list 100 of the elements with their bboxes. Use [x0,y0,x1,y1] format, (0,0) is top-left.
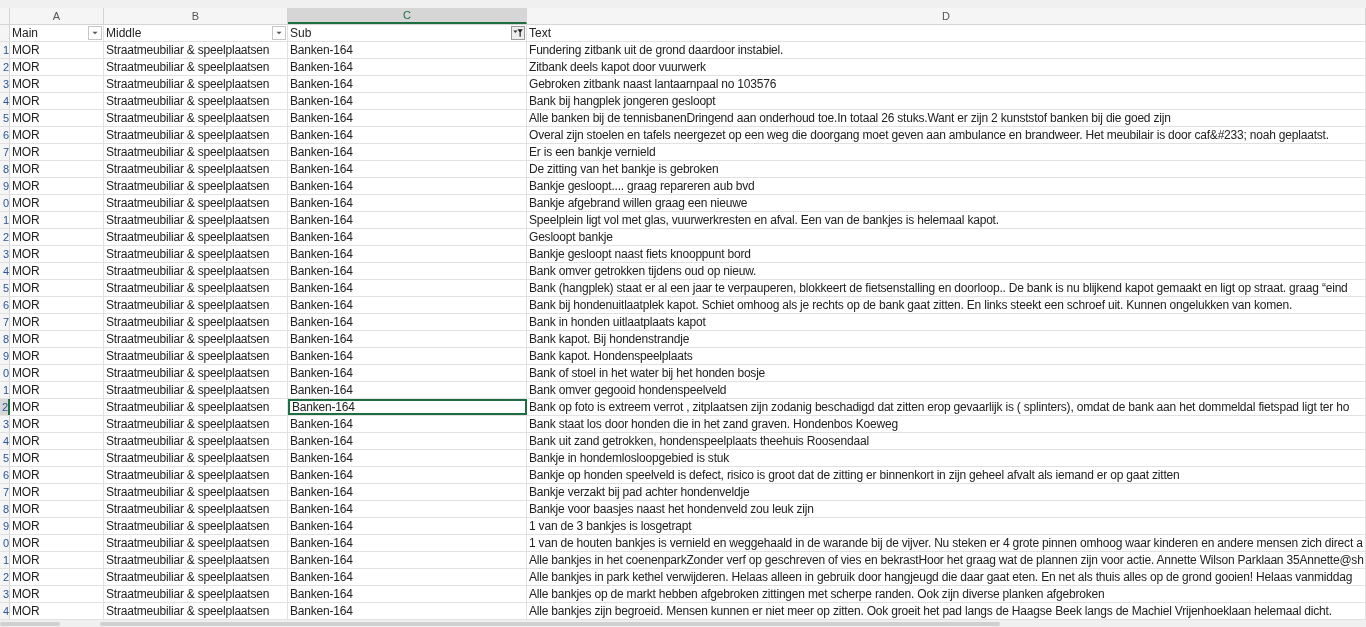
row-number[interactable]: 0 [0,365,10,381]
table-cell: Straatmeubiliar & speelplaatsen [104,450,288,466]
table-cell: MOR [10,195,104,211]
table-cell: Banken-164 [288,467,527,483]
table-cell: Bankje gesloopt.... graag repareren aub bvd [527,178,1366,194]
row-number[interactable]: 8 [0,501,10,517]
table-cell: Straatmeubiliar & speelplaatsen [104,76,288,92]
table-cell: MOR [10,127,104,143]
table-cell: Alle bankjes zijn begroeid. Mensen kunnen er niet meer op zitten. Ook groeit het pad langs de Haagse Beek langs de Machiel Vrijenhoeklaan helemaal dicht. [527,603,1366,619]
table-cell: Banken-164 [288,195,527,211]
column-header[interactable]: C [288,8,527,24]
table-cell: MOR [10,365,104,381]
table-cell: MOR [10,93,104,109]
table-cell: Straatmeubiliar & speelplaatsen [104,246,288,262]
row-number[interactable]: 6 [0,127,10,143]
table-cell: Gebroken zitbank naast lantaarnpaal no 103576 [527,76,1366,92]
table-cell: Straatmeubiliar & speelplaatsen [104,586,288,602]
column-header[interactable]: A [10,8,104,24]
row-number[interactable]: 9 [0,518,10,534]
row-number[interactable]: 0 [0,535,10,551]
table-cell: Speelplein ligt vol met glas, vuurwerkresten en afval. Een van de bankjes is helemaal kapot. [527,212,1366,228]
table-cell: MOR [10,76,104,92]
table-cell: Bank of stoel in het water bij het honden bosje [527,365,1366,381]
table-cell: MOR [10,110,104,126]
row-number[interactable]: 7 [0,314,10,330]
row-number[interactable]: 3 [0,76,10,92]
table-header-cell: Sub [290,25,312,41]
table-cell: Banken-164 [288,314,527,330]
row-number[interactable]: 4 [0,433,10,449]
row-number[interactable]: 1 [0,42,10,58]
table-cell: Bank kapot. Hondenspeelplaats [527,348,1366,364]
table-cell: 1 van de 3 bankjes is losgetrapt [527,518,1366,534]
row-number[interactable]: 8 [0,161,10,177]
table-cell: MOR [10,382,104,398]
table-cell: Banken-164 [288,127,527,143]
row-number[interactable]: 0 [0,195,10,211]
table-cell: Bank kapot. Bij hondenstrandje [527,331,1366,347]
row-number[interactable]: 6 [0,467,10,483]
active-cell[interactable]: Banken-164 [288,399,527,415]
table-cell: Er is een bankje vernield [527,144,1366,160]
table-cell: Banken-164 [288,76,527,92]
table-header-cell: Main [12,25,38,41]
table-cell: Straatmeubiliar & speelplaatsen [104,263,288,279]
row-number[interactable]: 3 [0,416,10,432]
row-number[interactable]: 5 [0,110,10,126]
row-number[interactable]: 4 [0,603,10,619]
row-number[interactable]: 4 [0,263,10,279]
table-cell: Bankje afgebrand willen graag een nieuwe [527,195,1366,211]
row-number[interactable]: 1 [0,382,10,398]
row-number[interactable]: 2 [0,569,10,585]
scrollbar-thumb[interactable] [100,621,1000,626]
dropdown-icon[interactable] [88,26,102,40]
row-number[interactable]: 5 [0,280,10,296]
table-cell: MOR [10,501,104,517]
row-number[interactable]: 9 [0,348,10,364]
row-number[interactable]: 9 [0,178,10,194]
column-header[interactable]: D [527,8,1366,24]
table-cell: Banken-164 [288,416,527,432]
table-cell: MOR [10,552,104,568]
row-number[interactable]: 2 [0,59,10,75]
table-cell: Overal zijn stoelen en tafels neergezet op een weg die doorgang moet geven aan ambulance en brandweer. Het meubilair is door caf&#233; noah geplaatst. [527,127,1366,143]
row-number[interactable]: 3 [0,586,10,602]
table-cell: MOR [10,399,104,415]
table-cell: Straatmeubiliar & speelplaatsen [104,127,288,143]
table-cell: Straatmeubiliar & speelplaatsen [104,144,288,160]
table-cell: Banken-164 [288,42,527,58]
row-number[interactable]: 1 [0,212,10,228]
row-number[interactable]: 7 [0,144,10,160]
table-cell: MOR [10,42,104,58]
table-cell: Bankje verzakt bij pad achter hondenveldje [527,484,1366,500]
table-cell: Straatmeubiliar & speelplaatsen [104,178,288,194]
filter-icon[interactable] [511,26,525,40]
row-number[interactable]: 2 [0,399,10,415]
table-cell: MOR [10,416,104,432]
table-cell: Bank op foto is extreem verrot , zitplaatsen zijn zodanig beschadigd dat zitten erop gevaarlijk is ( splinters), omdat de bank aan het dommeldal fietspad ligt ter ho [527,399,1366,415]
table-cell: Banken-164 [288,382,527,398]
row-number[interactable]: 4 [0,93,10,109]
table-cell: Straatmeubiliar & speelplaatsen [104,93,288,109]
table-cell: Straatmeubiliar & speelplaatsen [104,433,288,449]
table-cell: Straatmeubiliar & speelplaatsen [104,365,288,381]
table-cell: Banken-164 [288,450,527,466]
row-number[interactable]: 1 [0,552,10,568]
table-cell: Straatmeubiliar & speelplaatsen [104,212,288,228]
table-cell: Straatmeubiliar & speelplaatsen [104,382,288,398]
table-cell: MOR [10,433,104,449]
row-number[interactable]: 7 [0,484,10,500]
row-number[interactable]: 6 [0,297,10,313]
table-cell: Bankje in hondemlosloopgebied is stuk [527,450,1366,466]
row-number[interactable]: 3 [0,246,10,262]
table-cell: Straatmeubiliar & speelplaatsen [104,484,288,500]
table-cell: Straatmeubiliar & speelplaatsen [104,535,288,551]
table-cell: Banken-164 [288,212,527,228]
row-number[interactable]: 2 [0,229,10,245]
table-cell: Banken-164 [288,552,527,568]
table-cell: Bank uit zand getrokken, hondenspeelplaats theehuis Roosendaal [527,433,1366,449]
row-number[interactable]: 5 [0,450,10,466]
table-cell: Bank omver getrokken tijdens oud op nieuw. [527,263,1366,279]
row-number[interactable]: 8 [0,331,10,347]
scrollbar-thumb[interactable] [0,621,60,626]
dropdown-icon[interactable] [272,26,286,40]
